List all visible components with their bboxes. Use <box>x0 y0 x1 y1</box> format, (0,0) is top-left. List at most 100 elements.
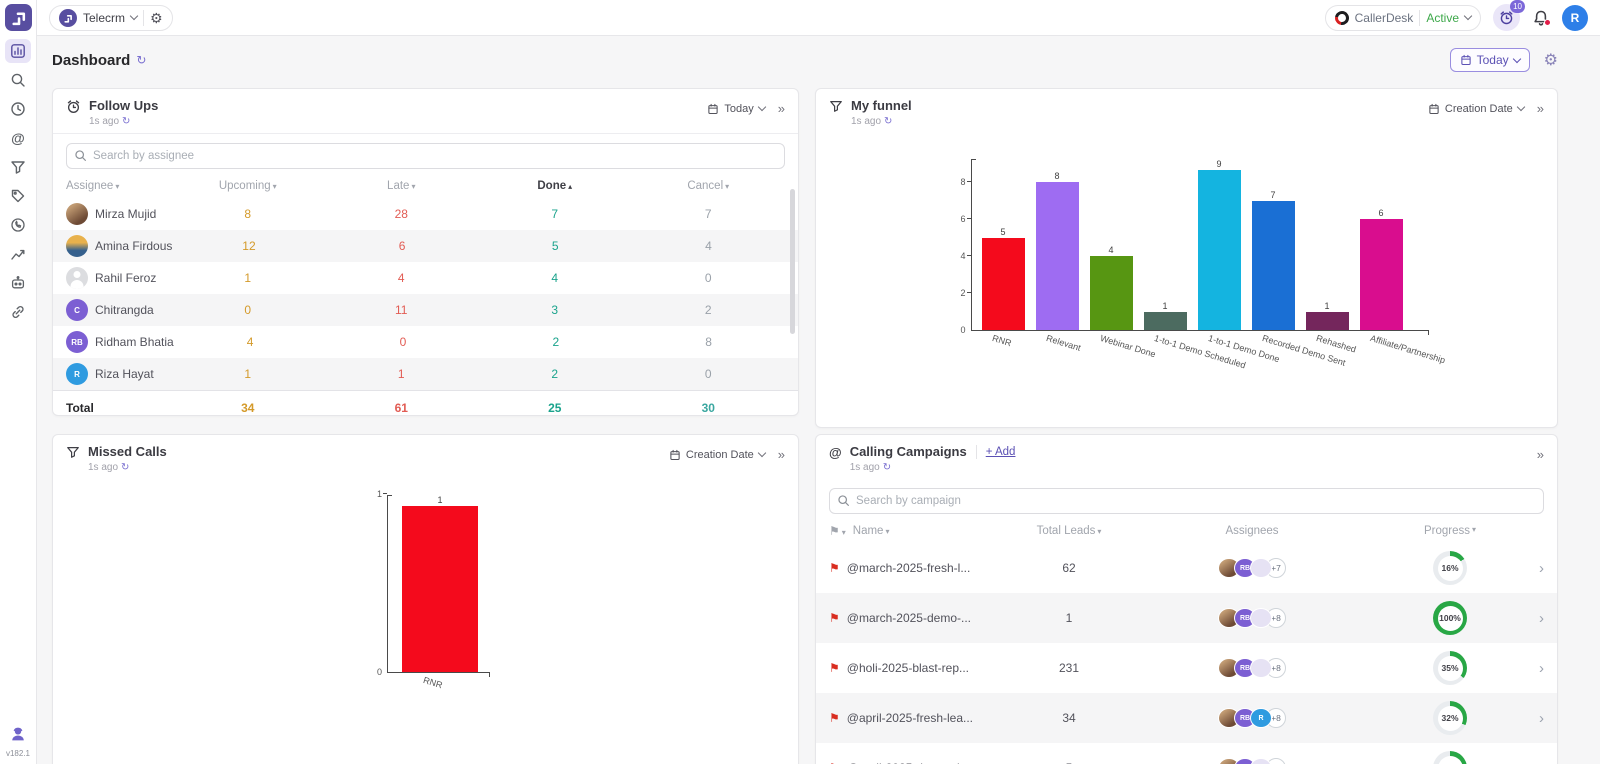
campaign-row[interactable]: ⚑@march-2025-fresh-l...62RB+716%› <box>816 543 1557 593</box>
bar[interactable] <box>982 238 1025 330</box>
assignee-stack[interactable]: RB+7 <box>1124 758 1380 764</box>
campaign-row[interactable]: ⚑@april-2025-fresh-lea...34RBR+832%› <box>816 693 1557 743</box>
tag-icon <box>10 188 26 204</box>
support-agent-icon[interactable] <box>9 726 27 742</box>
divider <box>1419 10 1420 26</box>
upcoming-count: 12 <box>172 239 325 253</box>
sidebar-item-analytics[interactable] <box>5 242 31 266</box>
upcoming-count: 0 <box>171 303 325 317</box>
refresh-icon[interactable]: ↻ <box>884 116 892 127</box>
sidebar-item-tags[interactable] <box>5 184 31 208</box>
callerdesk-logo <box>1332 8 1351 27</box>
follow-ups-row[interactable]: Mirza Mujid82877 <box>53 198 798 230</box>
notifications-button[interactable] <box>1532 9 1550 27</box>
bar[interactable] <box>1306 312 1349 330</box>
total-cancel: 30 <box>632 401 786 415</box>
refresh-icon[interactable]: ↻ <box>136 53 146 67</box>
column-header-upcoming[interactable]: Upcoming▾ <box>171 180 325 192</box>
row-chevron-icon[interactable]: › <box>1520 560 1544 577</box>
cancel-count: 4 <box>632 239 785 253</box>
reminders-button[interactable]: 10 <box>1493 4 1520 31</box>
assignee-stack[interactable]: RB+8 <box>1124 658 1380 678</box>
workspace-settings-gear-icon[interactable]: ⚙ <box>150 11 163 25</box>
bar[interactable] <box>1144 312 1187 330</box>
campaign-row[interactable]: ⚑@april-2025-demo-ai...5RB+760%› <box>816 743 1557 764</box>
missed-calls-date-filter[interactable]: Creation Date <box>669 449 765 461</box>
sidebar-item-filters[interactable] <box>5 155 31 179</box>
row-chevron-icon[interactable]: › <box>1520 710 1544 727</box>
row-chevron-icon[interactable]: › <box>1520 660 1544 677</box>
sidebar-item-dashboard[interactable] <box>5 39 31 63</box>
column-header-done[interactable]: Done▴ <box>478 180 632 192</box>
column-header-assignee[interactable]: Assignee▾ <box>66 180 171 192</box>
sort-caret-icon: ▾ <box>273 182 277 191</box>
campaign-row[interactable]: ⚑@march-2025-demo-...1RB+8100%› <box>816 593 1557 643</box>
add-campaign-button[interactable]: + Add <box>986 446 1016 458</box>
callerdesk-status-pill[interactable]: CallerDesk Active <box>1325 5 1481 31</box>
x-axis-label: Webinar Done <box>1099 333 1157 359</box>
my-funnel-panel: My funnel 1s ago↻ Creation Date » 024685… <box>815 88 1558 428</box>
follow-ups-row[interactable]: Amina Firdous12654 <box>53 230 798 262</box>
follow-ups-row[interactable]: RBRidham Bhatia4028 <box>53 326 798 358</box>
bar-value-label: 4 <box>1090 245 1133 255</box>
collapse-panel-icon[interactable]: » <box>778 101 785 116</box>
alarm-clock-icon <box>1499 10 1514 25</box>
assignee-stack[interactable]: RB+8 <box>1124 608 1380 628</box>
progress-label: 32% <box>1438 706 1463 731</box>
follow-ups-search-input[interactable] <box>66 143 785 169</box>
column-header-cancel[interactable]: Cancel▾ <box>632 180 786 192</box>
follow-ups-row[interactable]: RRiza Hayat1120 <box>53 358 798 390</box>
y-axis-tick: 1 <box>364 489 382 499</box>
campaign-row[interactable]: ⚑@holi-2025-blast-rep...231RB+835%› <box>816 643 1557 693</box>
collapse-panel-icon[interactable]: » <box>778 447 785 462</box>
bar[interactable] <box>1036 182 1079 330</box>
row-chevron-icon[interactable]: › <box>1520 610 1544 627</box>
follow-ups-date-filter[interactable]: Today <box>707 103 764 115</box>
column-header-name[interactable]: Name▾ <box>853 525 890 537</box>
calling-campaigns-rows: ⚑@march-2025-fresh-l...62RB+716%›⚑@march… <box>816 543 1557 764</box>
assignee-name: Chitrangda <box>95 303 154 317</box>
table-scrollbar[interactable] <box>790 189 795 334</box>
progress-ring: 35% <box>1433 651 1467 685</box>
collapse-panel-icon[interactable]: » <box>1537 447 1544 462</box>
workspace-name: Telecrm <box>83 11 125 25</box>
bar[interactable] <box>1360 219 1403 330</box>
flag-icon: ⚑ <box>829 561 840 575</box>
telecrm-logo[interactable] <box>5 4 32 31</box>
campaign-search-input[interactable] <box>829 488 1544 514</box>
global-date-filter-button[interactable]: Today <box>1450 48 1530 72</box>
workspace-switcher[interactable]: Telecrm ⚙ <box>49 5 173 31</box>
refresh-icon[interactable]: ↻ <box>121 462 129 473</box>
refresh-icon[interactable]: ↻ <box>883 462 891 473</box>
progress-label: 35% <box>1438 656 1463 681</box>
sidebar-item-search[interactable] <box>5 68 31 92</box>
app-root: @ <box>0 0 1600 764</box>
collapse-panel-icon[interactable]: » <box>1537 101 1544 116</box>
user-avatar[interactable]: R <box>1562 5 1588 31</box>
bar[interactable] <box>1090 256 1133 330</box>
y-axis-tick: 2 <box>948 288 966 298</box>
assignee-stack[interactable]: RB+7 <box>1124 558 1380 578</box>
sort-caret-icon: ▾ <box>725 182 729 191</box>
dashboard-settings-gear-icon[interactable]: ⚙ <box>1544 50 1558 70</box>
my-funnel-date-filter[interactable]: Creation Date <box>1428 103 1524 115</box>
sidebar-item-integrations[interactable] <box>5 300 31 324</box>
bar[interactable] <box>1252 201 1295 330</box>
bar[interactable] <box>402 506 478 672</box>
column-header-flag[interactable]: ⚑▾ <box>829 524 846 538</box>
column-header-total-leads[interactable]: Total Leads▾ <box>1014 525 1124 537</box>
row-chevron-icon[interactable]: › <box>1520 760 1544 764</box>
sidebar-item-history[interactable] <box>5 97 31 121</box>
column-header-late[interactable]: Late▾ <box>325 180 479 192</box>
assignee-avatar <box>66 203 88 225</box>
assignee-stack[interactable]: RBR+8 <box>1124 708 1380 728</box>
sidebar-item-mentions[interactable]: @ <box>5 126 31 150</box>
follow-ups-row[interactable]: CChitrangda01132 <box>53 294 798 326</box>
assignee-avatar <box>1250 758 1272 764</box>
column-header-progress[interactable]: Progress▾ <box>1380 525 1520 537</box>
sidebar-item-bot[interactable] <box>5 271 31 295</box>
bar[interactable] <box>1198 170 1241 330</box>
sidebar-item-whatsapp[interactable] <box>5 213 31 237</box>
follow-ups-row[interactable]: Rahil Feroz1440 <box>53 262 798 294</box>
refresh-icon[interactable]: ↻ <box>122 116 130 127</box>
